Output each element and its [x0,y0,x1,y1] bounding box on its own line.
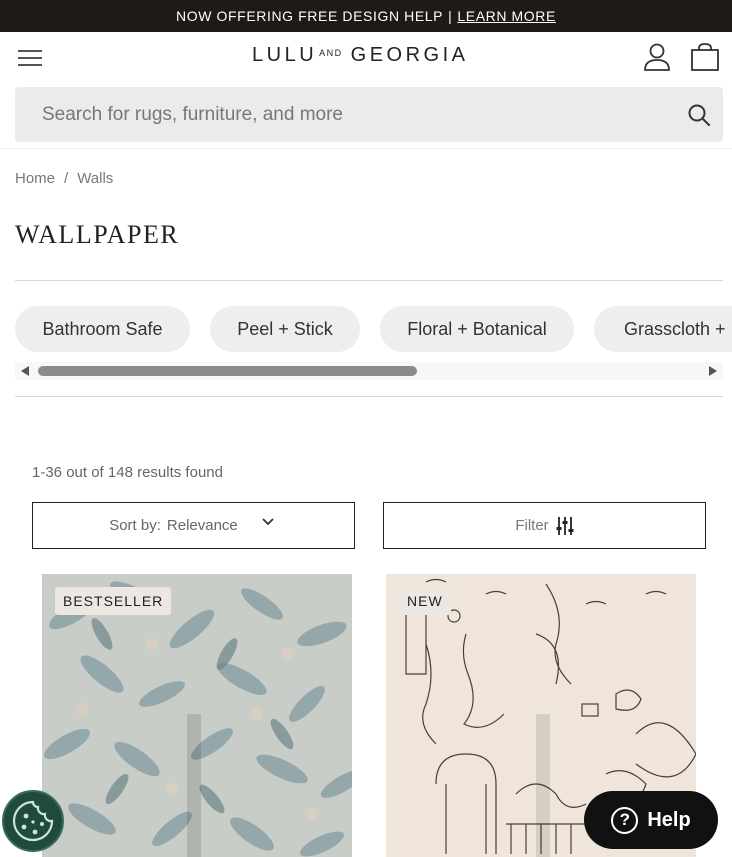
product-badge: BESTSELLER [55,587,172,615]
help-label: Help [647,808,691,831]
product-card[interactable]: BESTSELLER [42,574,352,857]
filter-button[interactable]: Filter [383,502,706,549]
product-badge: NEW [399,587,451,615]
breadcrumb: Home / Walls [15,170,113,187]
divider [15,396,723,397]
breadcrumb-walls[interactable]: Walls [77,170,113,187]
account-icon[interactable] [643,42,671,72]
breadcrumb-separator: / [64,170,69,187]
header-divider [0,148,732,149]
sort-dropdown[interactable]: Sort by: Relevance [32,502,355,549]
cookie-icon [12,800,54,842]
chip-floral-botanical[interactable]: Floral + Botanical [380,306,574,352]
sort-label: Sort by: [109,517,161,534]
filter-label: Filter [515,517,549,534]
filter-sliders-icon [556,516,574,535]
search-icon[interactable] [687,103,711,127]
search-bar [15,87,723,142]
menu-icon[interactable] [18,47,42,67]
product-image[interactable] [42,574,352,857]
scroll-left-arrow-icon[interactable] [21,366,29,376]
help-button[interactable]: ? Help [584,791,718,849]
promo-separator: | [448,8,453,24]
chevron-down-icon [262,518,274,526]
chip-grasscloth[interactable]: Grasscloth + [594,306,732,352]
shopping-bag-icon[interactable] [690,42,720,72]
chip-scrollbar[interactable] [15,362,723,380]
site-logo[interactable]: LULU AND GEORGIA [252,44,469,67]
logo-word-lulu: LULU [252,44,318,66]
scrollbar-thumb[interactable] [38,366,417,376]
sort-value: Relevance [166,517,238,534]
promo-text: NOW OFFERING FREE DESIGN HELP [176,8,444,24]
cookie-settings-button[interactable] [2,790,64,852]
results-count: 1-36 out of 148 results found [32,464,223,481]
chip-peel-stick[interactable]: Peel + Stick [210,306,360,352]
scroll-right-arrow-icon[interactable] [709,366,717,376]
breadcrumb-home[interactable]: Home [15,170,55,187]
site-header: LULU AND GEORGIA [0,32,732,84]
page-title: WALLPAPER [15,220,180,249]
logo-word-georgia: GEORGIA [350,44,469,66]
promo-banner: NOW OFFERING FREE DESIGN HELP | LEARN MO… [0,0,732,32]
learn-more-link[interactable]: LEARN MORE [457,8,556,24]
category-chip-row: Bathroom Safe Peel + Stick Floral + Bota… [15,306,732,352]
logo-word-and: AND [319,47,343,58]
search-input[interactable] [15,87,665,142]
chip-bathroom-safe[interactable]: Bathroom Safe [15,306,190,352]
question-icon: ? [611,806,639,834]
divider [15,280,723,281]
